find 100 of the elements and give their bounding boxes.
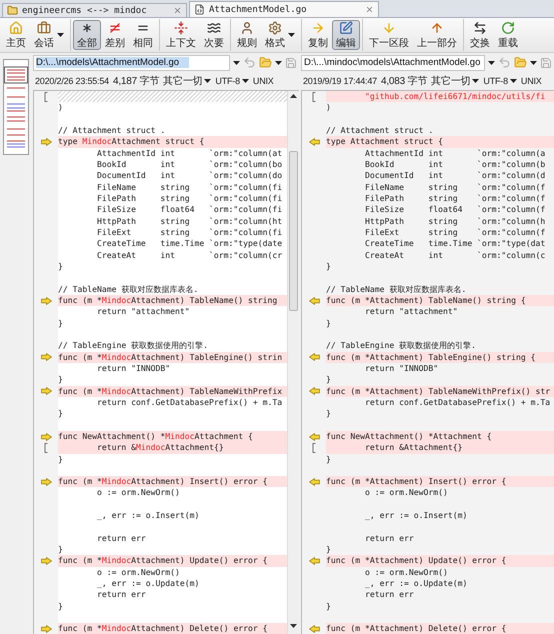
code-line: return err [364,589,415,601]
caret-icon [510,79,517,83]
code-line: // Attachment struct . [326,124,434,136]
gear-icon [268,20,282,34]
toolbar-button[interactable]: 相同 [129,20,157,50]
briefcase-icon [37,20,51,34]
code-line: FileName string `orm:"column(fi [96,182,284,193]
tab[interactable]: AttachmentModel.go [189,1,379,17]
toolbar-button[interactable]: 下一区段 [365,20,413,50]
caret-icon[interactable] [233,60,240,64]
code-line: _, err := o.Insert(m) [96,510,200,522]
left-arrow-icon[interactable] [308,387,320,396]
code-line: DocumentId int `orm:"column(d [364,170,546,182]
code-line: return err [96,589,147,601]
right-arrow-icon[interactable] [40,432,52,440]
up-arrow-icon [430,20,444,34]
line-ending-label: UNIX [520,76,542,86]
caret-icon[interactable] [488,60,495,64]
down-caret-icon[interactable] [290,624,297,628]
tab[interactable]: engineercms <--> mindoc [2,3,187,17]
toolbar-button[interactable]: 复制 [304,20,332,50]
folder-icon [7,5,18,16]
left-arrow-icon[interactable] [308,296,320,305]
code-line: return "INNODB" [96,362,172,374]
toolbar-button[interactable]: 次要 [200,20,228,50]
code-line: FileName string `orm:"column(f [364,182,546,193]
left-arrow-icon[interactable] [308,557,320,566]
overview-map-drawing[interactable] [2,59,28,155]
code-line: // TableEngine 获取数据使用的引擎. [326,340,477,352]
code-line: AttachmentId int `orm:"column(at [96,148,284,159]
toolbar-button[interactable]: 会话 [30,20,68,50]
code-line: FileExt string `orm:"column(f [364,226,546,238]
code-line: ) [58,102,64,114]
code-line: return conf.GetDatabasePrefix() + m.Ta [96,396,284,408]
encoding-dropdown[interactable]: UTF-8 [483,76,517,86]
line-ending-label: UNIX [252,76,274,86]
code-line: FilePath string `orm:"column(f [364,192,546,204]
format-dropdown[interactable]: 其它一切 [431,74,480,88]
caret-icon[interactable] [275,60,282,64]
code-line: _, err := o.Update(m) [364,578,468,590]
right-arrow-icon[interactable] [40,478,52,486]
code-line: HttpPath string `orm:"column(ht [96,216,284,227]
caret-icon [242,79,249,83]
code-line: return err [364,532,415,544]
code-line: // Attachment struct . [58,124,166,136]
code-line: } [326,600,332,612]
close-icon[interactable] [173,6,182,15]
code-line: ) [326,102,332,114]
toolbar-button[interactable]: 上一部分 [413,20,461,50]
code-line: return err [96,532,147,544]
left-arrow-icon[interactable] [308,353,320,362]
file-size: 4,083 字节 [380,74,428,88]
code-line: } [58,600,64,612]
toolbar-button[interactable]: 规则 [233,20,261,50]
code-line: _, err := o.Insert(m) [364,510,468,522]
code-line: } [326,260,332,272]
caret-icon [472,79,480,83]
code-line: HttpPath string `orm:"column(h [364,216,546,227]
right-arrow-icon[interactable] [40,353,52,362]
caret-icon [288,33,295,37]
right-arrow-icon[interactable] [40,557,52,566]
left-arrow-icon[interactable] [308,432,320,440]
right-arrow-icon[interactable] [40,296,52,305]
path-field[interactable]: D:\...\models\AttachmentModel.go [33,54,230,70]
scrollbar-thumb[interactable] [289,151,298,311]
right-arrow-icon[interactable] [40,138,52,146]
right-arrow-icon[interactable] [40,625,52,634]
toolbar-button[interactable]: 编辑 [332,20,360,50]
code-line: // TableEngine 获取数据使用的引擎. [58,340,209,352]
code-line: } [326,318,332,329]
close-icon[interactable] [365,5,374,14]
file-date: 2020/2/26 23:55:54 [35,76,109,86]
up-caret-icon[interactable] [290,94,297,98]
toolbar-button[interactable]: 重载 [494,20,522,50]
format-dropdown[interactable]: 其它一切 [163,74,212,88]
right-arrow-icon[interactable] [40,387,52,396]
swap-icon [473,20,487,34]
encoding-dropdown[interactable]: UTF-8 [215,76,249,86]
left-arrow-icon[interactable] [308,478,320,486]
left-arrow-icon[interactable] [308,138,320,146]
toolbar-button[interactable]: 全部 [73,20,101,50]
toolbar-button[interactable]: 差别 [101,20,129,50]
toolbar-button[interactable]: 上下文 [162,20,200,50]
code-line: FileSize float64 `orm:"column(f [364,204,546,216]
code-line: o := orm.NewOrm() [96,487,181,499]
code-line: CreateTime time.Time `orm:"type(dat [364,238,546,250]
caret-icon[interactable] [530,60,537,64]
path-field[interactable]: D:\...\mindoc\models\AttachmentModel.go [301,54,485,70]
code-line: } [58,260,64,272]
toolbar-button[interactable]: 格式 [261,20,299,50]
left-arrow-icon[interactable] [308,625,320,634]
code-line: return conf.GetDatabasePrefix() + m.Ta [364,396,552,408]
code-line: BookId int `orm:"column(b [364,158,546,170]
code-line: } [326,454,332,465]
scrollbar-track[interactable] [287,91,299,634]
down-arrow-icon [382,20,396,34]
toolbar-button[interactable]: 主页 [2,20,30,50]
toolbar-button[interactable]: 交换 [466,20,494,50]
code-line: CreateTime time.Time `orm:"type(date [96,238,284,250]
code-line: } [58,454,64,465]
